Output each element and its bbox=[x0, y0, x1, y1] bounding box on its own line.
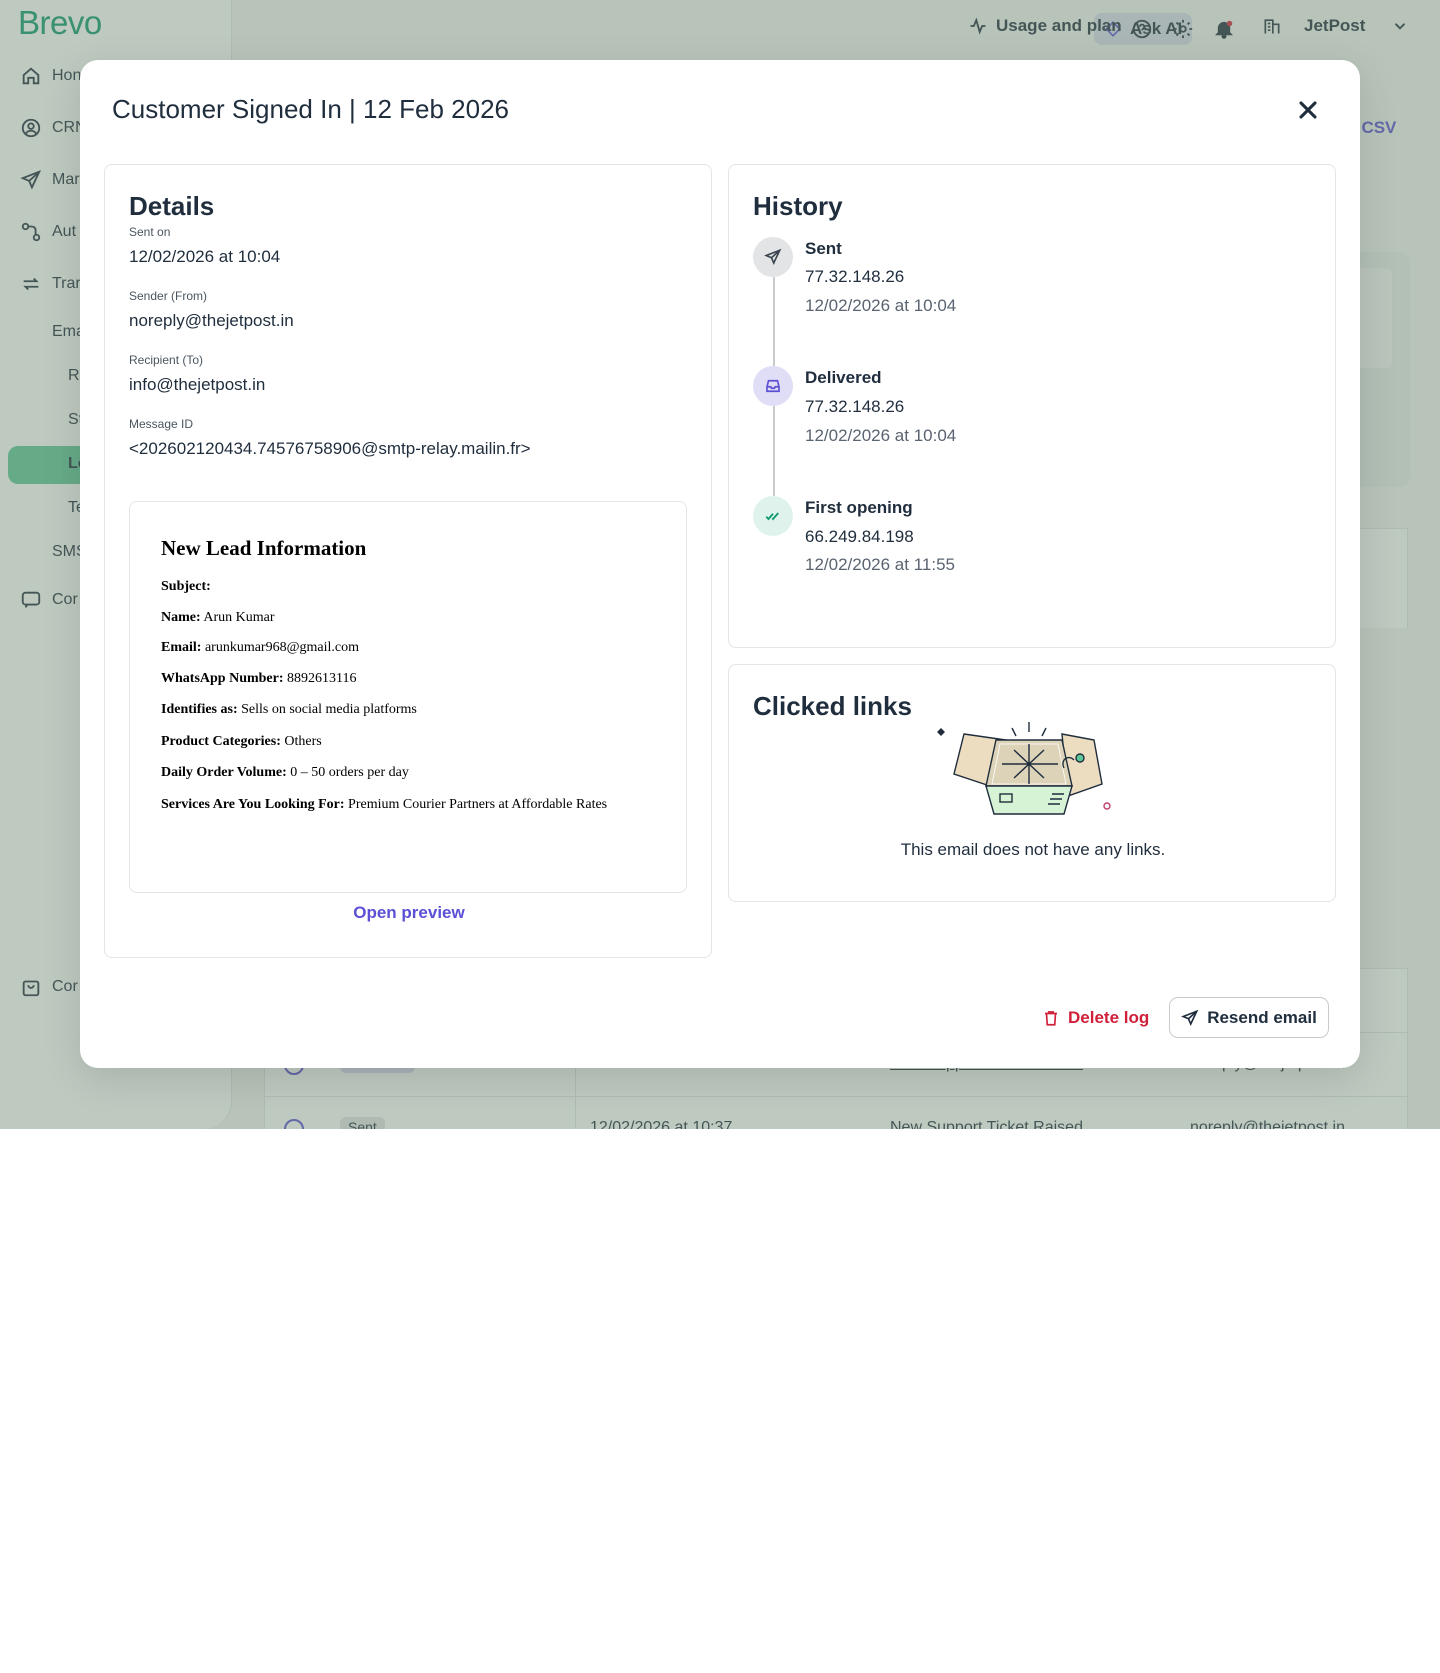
sent-on-value: 12/02/2026 at 10:04 bbox=[129, 247, 281, 266]
email-heading: New Lead Information bbox=[161, 536, 367, 560]
history-panel: History Sent 77.32.148.26 12/02/2026 at … bbox=[728, 164, 1336, 648]
email-line-value: Arun Kumar bbox=[203, 610, 275, 625]
details-heading: Details bbox=[129, 191, 215, 221]
email-line-subject: Subject: bbox=[161, 579, 211, 595]
trash-icon bbox=[1045, 1011, 1057, 1026]
email-line-email: Email: arunkumar968@gmail.com bbox=[161, 640, 359, 656]
email-line-value: arunkumar968@gmail.com bbox=[204, 640, 359, 655]
clicked-links-heading: Clicked links bbox=[753, 691, 912, 721]
send-icon bbox=[1181, 1009, 1199, 1026]
history-event-time: 12/02/2026 at 10:04 bbox=[805, 296, 957, 315]
history-event-ip: 77.32.148.26 bbox=[805, 397, 905, 416]
history-event-title: Delivered bbox=[805, 368, 882, 387]
timeline-connector bbox=[773, 406, 775, 496]
double-check-icon bbox=[765, 512, 779, 521]
email-line-name: Name: Arun Kumar bbox=[161, 610, 275, 626]
delete-log-label: Delete log bbox=[1068, 1008, 1150, 1027]
modal-title: Customer Signed In | 12 Feb 2026 bbox=[112, 94, 509, 124]
history-event-time: 12/02/2026 at 11:55 bbox=[805, 555, 955, 574]
clicked-links-panel: Clicked links This email does not have a… bbox=[728, 664, 1336, 902]
history-event-ip: 77.32.148.26 bbox=[805, 267, 905, 286]
email-line-identifies: Identifies as: Sells on social media pla… bbox=[161, 702, 417, 718]
send-icon bbox=[764, 248, 782, 266]
history-event-ip: 66.249.84.198 bbox=[805, 527, 914, 546]
delete-log-button[interactable]: Delete log bbox=[1042, 999, 1149, 1037]
email-preview: New Lead Information Subject: Name: Arun… bbox=[129, 501, 687, 893]
history-sent-icon-wrap bbox=[753, 237, 793, 277]
open-preview-link[interactable]: Open preview bbox=[105, 903, 713, 923]
email-line-label: Product Categories: bbox=[161, 734, 281, 749]
resend-email-button[interactable]: Resend email bbox=[1169, 997, 1329, 1038]
sent-on-label: Sent on bbox=[129, 225, 171, 239]
no-links-message: This email does not have any links. bbox=[900, 840, 1166, 859]
sender-label: Sender (From) bbox=[129, 289, 208, 303]
empty-box-illustration bbox=[937, 722, 1111, 815]
email-line-value: 0 – 50 orders per day bbox=[290, 765, 409, 780]
history-opened-icon-wrap bbox=[753, 496, 793, 536]
email-line-volume: Daily Order Volume: 0 – 50 orders per da… bbox=[161, 765, 409, 781]
email-line-value: 8892613116 bbox=[287, 671, 357, 686]
recipient-value: info@thejetpost.in bbox=[129, 375, 266, 394]
recipient-label: Recipient (To) bbox=[129, 353, 204, 367]
sender-value: noreply@thejetpost.in bbox=[129, 311, 294, 330]
email-line-value: Others bbox=[284, 734, 322, 749]
email-line-label: Email: bbox=[161, 640, 202, 655]
email-line-label: Services Are You Looking For: bbox=[161, 797, 345, 812]
email-line-services: Services Are You Looking For: Premium Co… bbox=[161, 797, 607, 813]
message-id-label: Message ID bbox=[129, 417, 194, 431]
email-line-label: WhatsApp Number: bbox=[161, 671, 284, 686]
email-line-label: Name: bbox=[161, 610, 201, 625]
email-line-value: Sells on social media platforms bbox=[241, 702, 417, 717]
history-event-title: Sent bbox=[805, 239, 842, 258]
message-id-value: <202602120434.74576758906@smtp-relay.mai… bbox=[129, 439, 531, 458]
email-line-label: Daily Order Volume: bbox=[161, 765, 287, 780]
history-event-time: 12/02/2026 at 10:04 bbox=[805, 426, 957, 445]
resend-email-label: Resend email bbox=[1207, 1007, 1317, 1027]
close-icon[interactable] bbox=[1294, 96, 1322, 124]
timeline-connector bbox=[773, 277, 775, 367]
email-line-whatsapp: WhatsApp Number: 8892613116 bbox=[161, 671, 357, 687]
history-heading: History bbox=[753, 191, 843, 221]
log-details-modal: Customer Signed In | 12 Feb 2026 Details… bbox=[80, 60, 1360, 1068]
email-line-label: Subject: bbox=[161, 579, 211, 594]
email-line-categories: Product Categories: Others bbox=[161, 734, 322, 750]
history-event-title: First opening bbox=[805, 498, 913, 517]
email-line-value: Premium Courier Partners at Affordable R… bbox=[348, 797, 608, 812]
history-delivered-icon-wrap bbox=[753, 366, 793, 406]
email-line-label: Identifies as: bbox=[161, 702, 238, 717]
details-panel: Details Sent on 12/02/2026 at 10:04 Send… bbox=[104, 164, 712, 958]
inbox-icon bbox=[766, 379, 780, 393]
